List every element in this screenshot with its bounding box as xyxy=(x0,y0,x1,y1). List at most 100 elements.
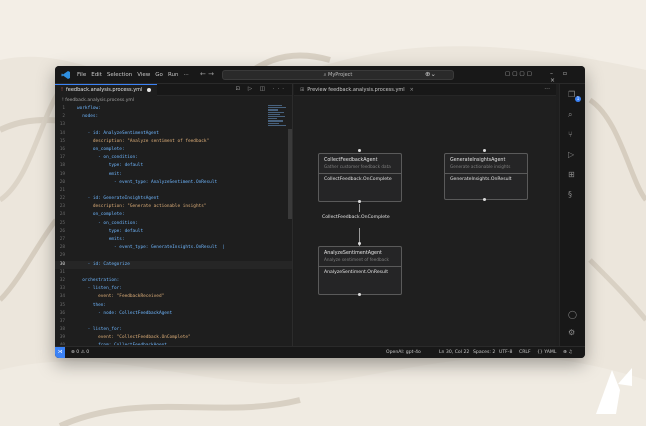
node-title: AnalyzeSentimentAgent xyxy=(324,251,382,256)
code-line[interactable]: 33 - listen_for: xyxy=(55,285,292,293)
encoding[interactable]: UTF-8 xyxy=(499,350,512,355)
account-icon[interactable]: ◯ xyxy=(568,310,577,319)
code-line[interactable]: 17 - on_condition: xyxy=(55,154,292,162)
line-number: 22 xyxy=(59,196,65,202)
code-line[interactable]: 38 - listen_for: xyxy=(55,326,292,334)
generate-input-port[interactable] xyxy=(483,149,486,152)
code-line[interactable]: 35 then: xyxy=(55,302,292,310)
node-analyze-sentiment[interactable]: AnalyzeSentimentAgent Analyze sentiment … xyxy=(318,246,402,295)
node-collect-feedback[interactable]: CollectFeedbackAgent Gather customer fee… xyxy=(318,153,402,202)
code-text: - on_condition: xyxy=(77,155,138,161)
code-line[interactable]: 31 xyxy=(55,269,292,277)
code-line[interactable]: 37 xyxy=(55,318,292,326)
command-center-search[interactable]: ⌕ MyProject xyxy=(222,70,454,80)
code-line[interactable]: 18 type: default xyxy=(55,162,292,170)
edge-collect-to-event xyxy=(359,204,360,212)
code-text: event: "CollectFeedback.OnComplete" xyxy=(77,335,191,341)
window-controls[interactable]: – ▫ × xyxy=(550,70,585,84)
line-number: 34 xyxy=(59,294,65,300)
unsaved-dot-icon xyxy=(147,88,152,92)
code-line[interactable]: 16 on_complete: xyxy=(55,146,292,154)
run-debug-icon[interactable]: ▷ xyxy=(568,150,574,159)
code-line[interactable]: 22 - id: GenerateInsightsAgent xyxy=(55,195,292,203)
settings-gear-icon[interactable]: ⚙ xyxy=(568,328,575,337)
code-line[interactable]: 14 - id: AnalyzeSentimentAgent xyxy=(55,130,292,138)
code-text: type: default xyxy=(77,163,144,169)
code-line[interactable]: 28 - event_type: GenerateInsights.OnResu… xyxy=(55,244,292,252)
layout-toggle-icons[interactable]: ▢▢▢▢ xyxy=(505,71,534,77)
code-line[interactable]: 40 from: CollectFeedbackAgent xyxy=(55,342,292,345)
editor-tab[interactable]: ! feedback.analysis.process.yml xyxy=(55,83,158,96)
code-line[interactable]: 39 event: "CollectFeedback.OnComplete" xyxy=(55,334,292,342)
remote-indicator-icon[interactable]: ⋊ xyxy=(55,347,65,358)
source-control-icon[interactable]: ⑂ xyxy=(568,130,573,139)
problems-indicator[interactable]: ⊗ 0 ⚠ 0 xyxy=(71,350,89,355)
code-text: orchestration: xyxy=(77,277,120,283)
preview-tab[interactable]: ⊞ Preview feedback.analysis.process.yml … xyxy=(294,84,420,96)
nav-arrows[interactable]: ← → xyxy=(200,70,214,78)
menu-file[interactable]: File xyxy=(77,72,86,78)
menu-run[interactable]: Run xyxy=(168,72,179,78)
more-actions-icon[interactable]: ··· xyxy=(544,86,550,93)
code-line[interactable]: 19 emit: xyxy=(55,171,292,179)
code-line[interactable]: 34 event: "FeedbackReceived" xyxy=(55,293,292,301)
code-line[interactable]: 24 on_complete: xyxy=(55,211,292,219)
code-lines[interactable]: 1 workflow: 2 nodes: 13 14 - id: AnalyzeSent… xyxy=(55,105,292,345)
copilot-icon[interactable]: ⊕⌄ xyxy=(425,70,436,78)
close-icon[interactable]: × xyxy=(410,87,414,93)
line-number: 19 xyxy=(59,171,65,177)
analyze-output-port[interactable] xyxy=(358,293,361,296)
code-line[interactable]: 36 - node: CollectFeedbackAgent xyxy=(55,310,292,318)
line-number: 40 xyxy=(55,342,77,345)
status-right-icons[interactable]: ⊕ ♫ xyxy=(563,350,572,355)
workflow-canvas[interactable]: CollectFeedbackAgent Gather customer fee… xyxy=(294,96,556,346)
code-text: emit: xyxy=(77,171,122,177)
code-line[interactable]: 2 nodes: xyxy=(55,113,292,121)
workflow-extension-icon[interactable]: § xyxy=(568,190,572,199)
node-generate-insights[interactable]: GenerateInsightsAgent Generate actionabl… xyxy=(444,153,528,200)
search-icon[interactable]: ⌕ xyxy=(568,110,572,120)
code-text: emits: xyxy=(77,237,125,242)
menu-view[interactable]: View xyxy=(137,72,150,78)
code-line[interactable]: 32 orchestration: xyxy=(55,277,292,285)
brand-logo-icon xyxy=(596,368,632,414)
code-line[interactable]: 1 workflow: xyxy=(55,105,292,113)
event-port[interactable] xyxy=(358,242,361,245)
node-description: Generate actionable insights xyxy=(450,164,511,169)
extensions-icon[interactable]: ⊞ xyxy=(568,170,575,179)
menu-edit[interactable]: Edit xyxy=(91,72,102,78)
breadcrumb[interactable]: ! feedback.analysis.process.yml xyxy=(55,96,292,105)
code-text: - event_type: AnalyzeSentiment.OnResult xyxy=(77,179,218,185)
code-line[interactable]: 30 - id: Categorize xyxy=(55,260,292,269)
code-text: - id: AnalyzeSentimentAgent xyxy=(77,130,159,136)
code-text: - id: Categorize xyxy=(77,261,130,267)
code-line[interactable]: 23 description: "Generate actionable ins… xyxy=(55,203,292,211)
node-emit-event: GenerateInsights.OnResult xyxy=(445,173,527,185)
line-endings[interactable]: CRLF xyxy=(519,350,531,355)
menu-go[interactable]: Go xyxy=(155,72,163,78)
code-line[interactable]: 20 - event_type: AnalyzeSentiment.OnResu… xyxy=(55,179,292,187)
code-text: description: "Analyze sentiment of feedb… xyxy=(77,138,210,144)
line-number: 35 xyxy=(59,302,65,308)
code-line[interactable]: 13 xyxy=(55,121,292,129)
code-line[interactable]: 26 type: default xyxy=(55,228,292,236)
indentation[interactable]: Spaces: 2 xyxy=(473,350,495,355)
menu-selection[interactable]: Selection xyxy=(107,72,132,78)
menu-more[interactable]: ··· xyxy=(183,72,188,78)
yaml-file-icon: ! xyxy=(61,87,64,93)
model-indicator[interactable]: OpenAI: gpt-4o xyxy=(386,350,421,355)
code-line[interactable]: 25 - on_condition: xyxy=(55,220,292,228)
cursor-position[interactable]: Ln 30, Col 22 xyxy=(439,350,469,355)
collect-output-port[interactable] xyxy=(358,200,361,203)
generate-output-port[interactable] xyxy=(483,198,486,201)
editor-tab-actions[interactable]: ⊡ ▷ ◫ ··· xyxy=(235,86,287,92)
line-number: 16 xyxy=(59,146,65,152)
collect-input-port[interactable] xyxy=(358,149,361,152)
code-line[interactable]: 21 xyxy=(55,187,292,195)
preview-tab-bar: ⊞ Preview feedback.analysis.process.yml … xyxy=(294,84,556,96)
language-mode[interactable]: {} YAML xyxy=(537,350,556,355)
code-line[interactable]: 29 xyxy=(55,252,292,260)
code-line[interactable]: 27 emits: xyxy=(55,236,292,244)
code-line[interactable]: 15 description: "Analyze sentiment of fe… xyxy=(55,138,292,146)
title-bar: File Edit Selection View Go Run ··· ← → … xyxy=(55,66,585,84)
